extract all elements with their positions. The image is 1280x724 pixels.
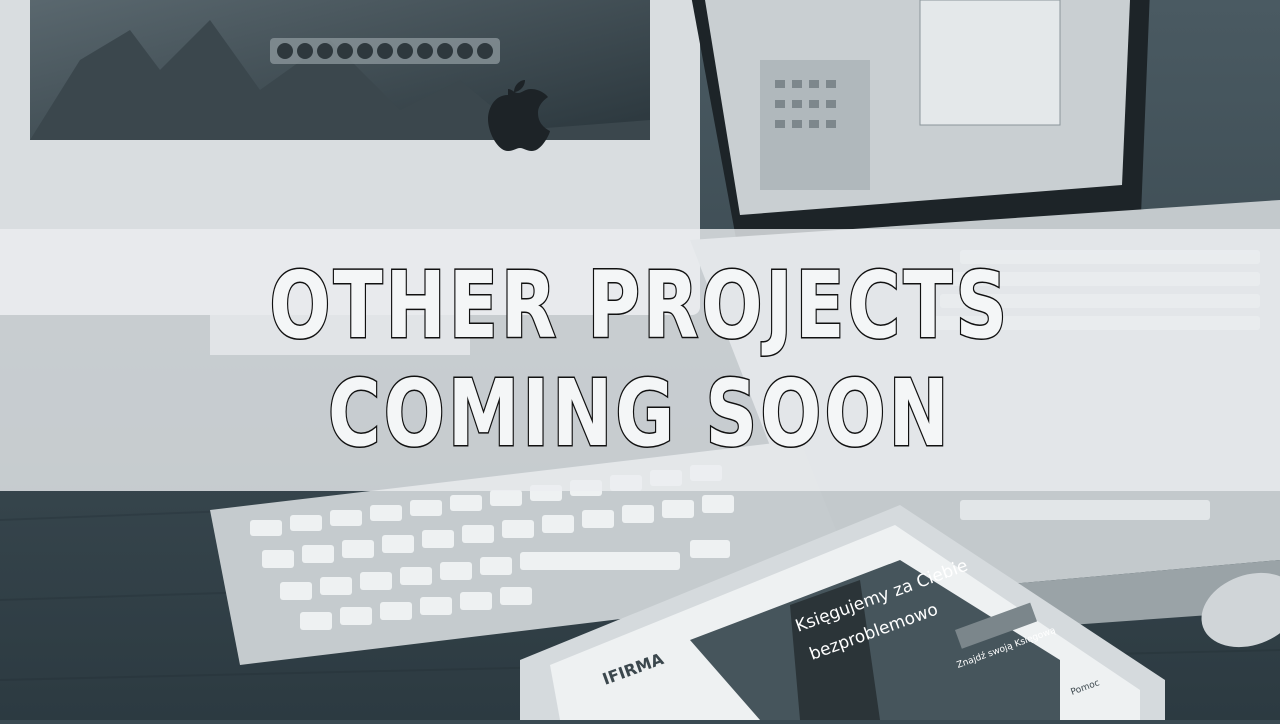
hero-line-1: OTHER PROJECTS bbox=[268, 251, 1011, 361]
hero-line-2: COMING SOON bbox=[327, 359, 952, 469]
hero-headline: OTHER PROJECTS COMING SOON bbox=[0, 229, 1280, 491]
